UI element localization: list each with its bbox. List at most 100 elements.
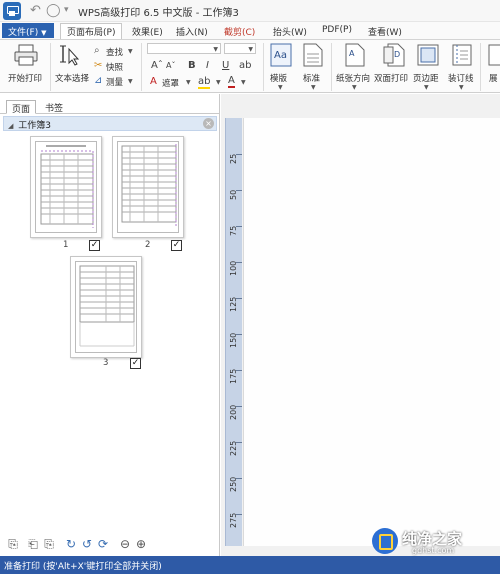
page-thumbnail-3[interactable] — [70, 256, 142, 358]
tab-insert[interactable]: 插入(N) — [176, 24, 208, 39]
zoom-out-icon[interactable]: ⊖ — [118, 537, 132, 551]
chevron-down-icon[interactable]: ▼ — [241, 79, 246, 86]
text-cursor-icon — [60, 45, 80, 66]
ruler-mark: 50 — [229, 189, 238, 200]
circle-icon[interactable]: ◯ — [46, 3, 61, 18]
ribbon-toolbar: 开始打印 文本选择 ⌕ 查找 ▼ ✂ 快照 ⊿ 测量 ▼ ▼ ▼ Aˆ Aˇ B… — [0, 39, 500, 93]
page-number: 2 — [145, 240, 151, 250]
spreadsheet-preview — [121, 144, 177, 228]
tab-page-layout[interactable]: 页面布局(P) — [60, 23, 123, 39]
template-icon: Aa — [270, 43, 292, 67]
binding-icon — [452, 44, 472, 66]
font-size-select[interactable]: ▼ — [224, 43, 256, 54]
camera-icon: ✂ — [94, 60, 103, 71]
standard-label: 标准 — [303, 74, 321, 84]
chevron-down-icon: ▼ — [41, 29, 47, 37]
printer-icon — [14, 44, 38, 66]
ribbon-divider — [50, 43, 51, 91]
document-icon — [303, 43, 323, 67]
page-checkbox[interactable]: ✓ — [89, 240, 100, 251]
window-title: WPS高级打印 6.5 中文版 - 工作簿3 — [78, 8, 239, 19]
binoculars-icon: ⌕ — [94, 45, 100, 56]
title-bar: ↶ ◯ ▾ WPS高级打印 6.5 中文版 - 工作簿3 — [0, 0, 500, 22]
page-thumbnail-2[interactable] — [112, 136, 184, 238]
status-bar: 准备打印 (按'Alt+X'键打印全部并关闭) — [0, 556, 500, 574]
chevron-down-icon[interactable]: ▼ — [216, 79, 221, 86]
workbook-name: 工作簿3 — [18, 121, 51, 131]
start-print-label: 开始打印 — [8, 74, 43, 84]
ruler-mark: 250 — [229, 476, 238, 492]
tab-view[interactable]: 查看(W) — [368, 24, 402, 39]
ribbon-divider — [480, 43, 481, 91]
workbook-header[interactable]: ◢ 工作簿3 × — [3, 116, 217, 131]
shade-icon: A — [150, 76, 157, 87]
close-icon[interactable]: × — [203, 118, 214, 129]
tab-pages[interactable]: 页面 — [6, 100, 37, 115]
ruler-mark: 200 — [229, 404, 238, 420]
chevron-down-icon: ▼ — [424, 84, 429, 91]
app-printer-icon[interactable] — [3, 2, 21, 20]
watermark: 纯净之家 gdhst.com — [372, 528, 500, 558]
ruler-mark: 25 — [229, 153, 238, 164]
page-number: 1 — [63, 240, 69, 250]
page-preview — [35, 141, 97, 233]
duplex-print-label: 双面打印 — [374, 74, 409, 84]
page-checkbox[interactable]: ✓ — [171, 240, 182, 251]
svg-text:A: A — [349, 49, 355, 58]
page-icon[interactable]: ⎘ — [6, 537, 20, 551]
bold-icon[interactable]: B — [188, 61, 196, 71]
zoom-in-icon[interactable]: ⊕ — [134, 537, 148, 551]
watermark-url: gdhst.com — [412, 546, 455, 555]
chevron-down-icon: ▼ — [213, 46, 218, 53]
tab-cut[interactable]: 截剪(C) — [224, 24, 255, 39]
strikethrough-icon[interactable]: ab — [239, 61, 251, 71]
tab-header[interactable]: 抬头(W) — [273, 24, 307, 39]
highlight-icon[interactable]: ab — [198, 77, 211, 89]
font-grow-icon[interactable]: Aˆ — [151, 61, 163, 71]
preview-area: 25 50 75 100 125 150 175 200 225 250 275 — [221, 94, 500, 556]
chevron-down-icon: ▼ — [278, 84, 283, 91]
shade-label: 遮罩 — [162, 79, 180, 89]
file-menu-button[interactable]: 文件(F) ▼ — [2, 23, 54, 38]
undo-icon[interactable]: ↶ — [30, 3, 41, 18]
page-thumbnail-1[interactable] — [30, 136, 102, 238]
page-preview — [75, 261, 137, 353]
find-label: 查找 — [106, 48, 124, 58]
underline-icon[interactable]: U — [222, 61, 229, 71]
font-family-select[interactable]: ▼ — [147, 43, 221, 54]
duplex-icon: D — [383, 43, 405, 67]
pages-panel: 页面 书签 ◢ 工作簿3 × 1 ✓ 2 ✓ 3 ✓ — [0, 94, 220, 556]
page-number: 3 — [103, 358, 109, 368]
file-menu-label: 文件(F) — [8, 28, 39, 38]
chevron-down-icon: ▼ — [352, 84, 357, 91]
font-color-icon[interactable]: A — [228, 76, 235, 88]
measure-label: 测量 — [106, 78, 124, 88]
insert-page-before-icon[interactable]: ⎗ — [26, 537, 40, 551]
rotate-ccw-icon[interactable]: ↺ — [80, 537, 94, 551]
print-preview-canvas[interactable] — [243, 118, 500, 546]
binding-line-label: 装订线 — [448, 74, 474, 84]
tab-pdf[interactable]: PDF(P) — [322, 24, 352, 39]
tab-effects[interactable]: 效果(E) — [132, 24, 163, 39]
chevron-down-icon: ▼ — [128, 78, 133, 85]
italic-icon[interactable]: I — [206, 61, 209, 71]
page-preview — [117, 141, 179, 233]
font-shrink-icon[interactable]: Aˇ — [166, 61, 175, 71]
insert-page-after-icon[interactable]: ⎘ — [42, 537, 56, 551]
watermark-logo-icon — [372, 528, 398, 554]
ruler-mark: 150 — [229, 332, 238, 348]
svg-text:Aa: Aa — [274, 50, 287, 61]
collapse-triangle-icon: ◢ — [8, 122, 14, 130]
tab-bookmarks[interactable]: 书签 — [40, 100, 68, 114]
ruler-mark: 275 — [229, 512, 238, 528]
ribbon-divider — [331, 43, 332, 91]
ruler-mark: 75 — [229, 225, 238, 236]
refresh-icon[interactable]: ⟳ — [96, 537, 110, 551]
customize-arrow-icon[interactable]: ▾ — [64, 5, 69, 15]
ruler-mark: 175 — [229, 368, 238, 384]
template-label: 模版 — [270, 74, 288, 84]
ribbon-divider — [141, 43, 142, 91]
ruler-mark: 225 — [229, 440, 238, 456]
rotate-cw-icon[interactable]: ↻ — [64, 537, 78, 551]
page-checkbox[interactable]: ✓ — [130, 358, 141, 369]
